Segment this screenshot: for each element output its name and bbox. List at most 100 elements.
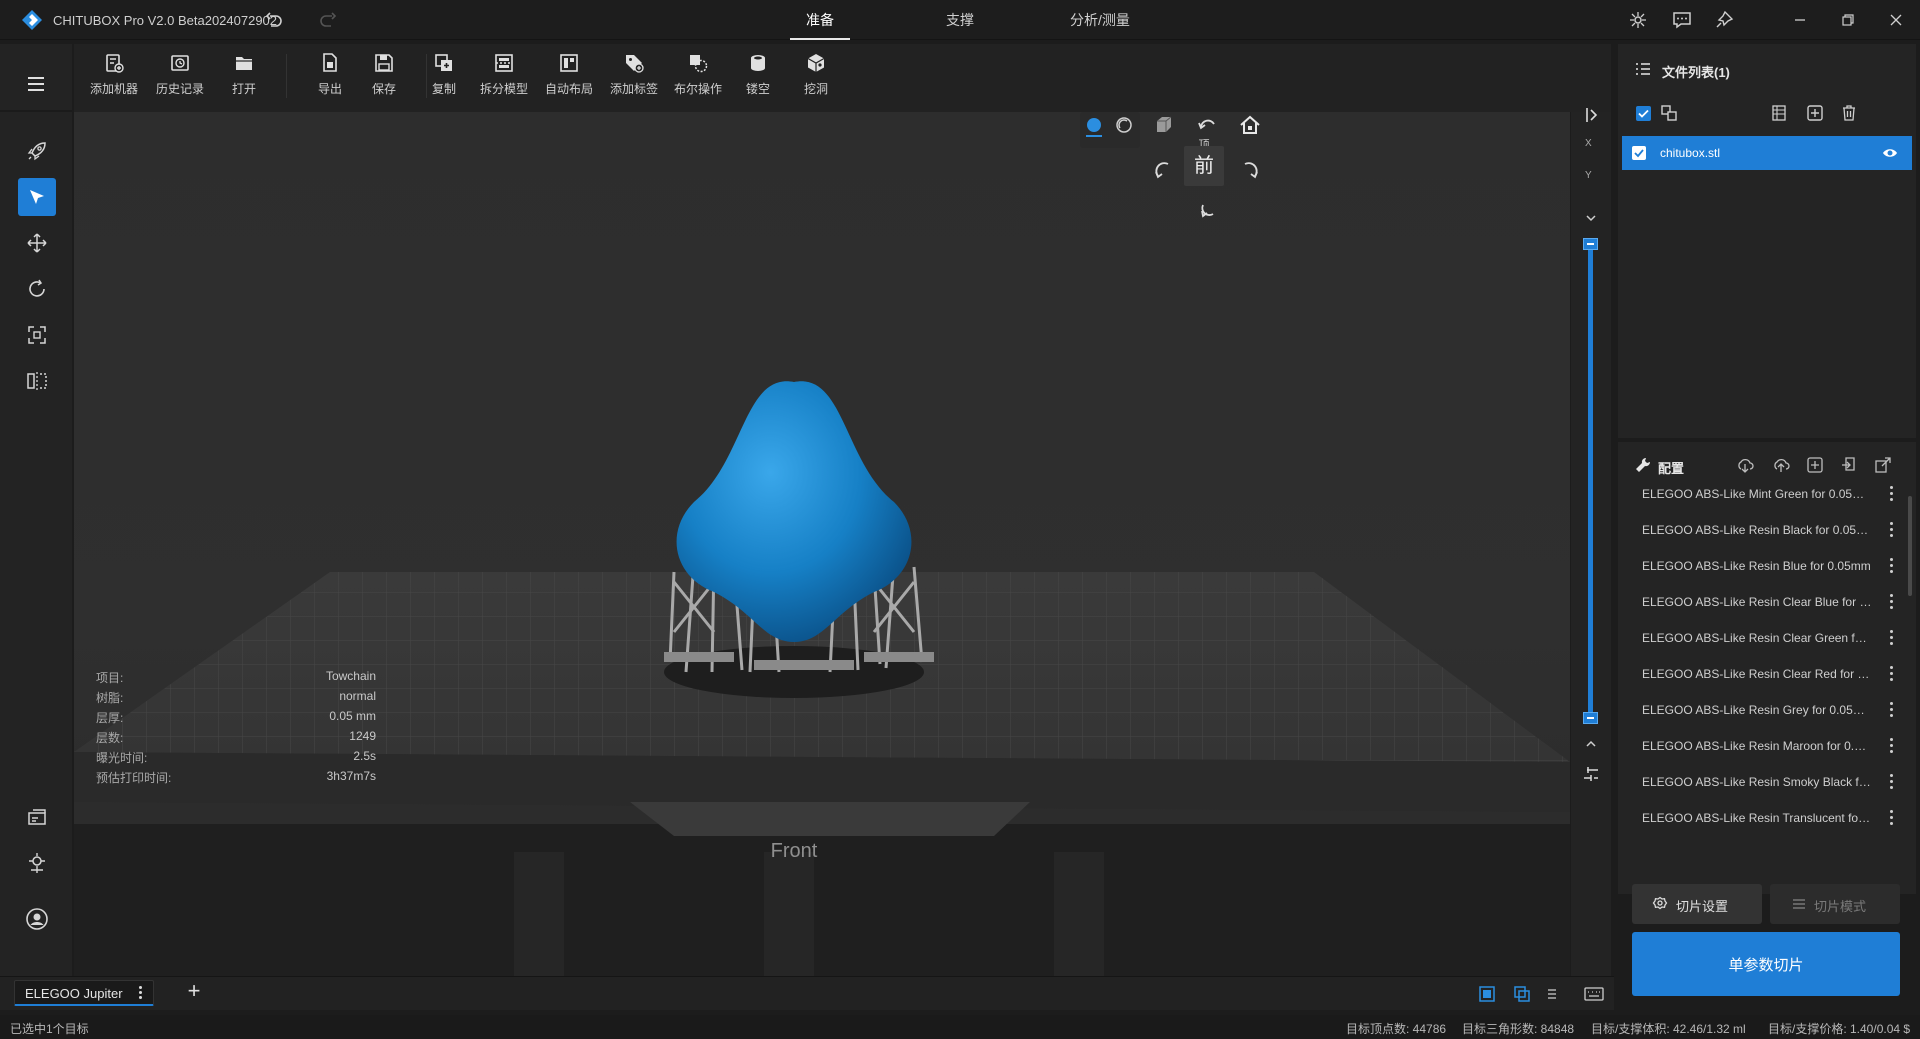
chevron-up-icon[interactable] — [1583, 736, 1599, 752]
kebab-menu-icon[interactable] — [1890, 738, 1894, 754]
import-config-icon[interactable] — [1840, 456, 1858, 474]
layer-slider-bottom-handle[interactable] — [1583, 712, 1598, 724]
xray-view-icon[interactable] — [1111, 112, 1137, 138]
single-view-icon[interactable] — [1478, 985, 1496, 1003]
layer-settings-icon[interactable] — [1581, 764, 1601, 784]
layer-slider-track[interactable] — [1588, 244, 1593, 718]
config-item[interactable]: ELEGOO ABS-Like Mint Green for 0.05mm — [1642, 476, 1872, 512]
mirror-icon[interactable] — [18, 362, 56, 400]
add-machine-button[interactable]: 添加机器 — [84, 52, 144, 104]
hollow-button[interactable]: 镂空 — [728, 52, 788, 104]
rotate-cw-icon[interactable] — [1237, 158, 1263, 184]
config-item[interactable]: ELEGOO ABS-Like Resin Clear Blue for 0.0… — [1642, 584, 1872, 620]
add-config-icon[interactable] — [1806, 456, 1824, 474]
keyboard-icon[interactable] — [1584, 985, 1604, 1003]
add-file-icon[interactable] — [1806, 104, 1824, 122]
kebab-menu-icon[interactable] — [1890, 702, 1894, 718]
history-button[interactable]: 历史记录 — [150, 52, 210, 104]
config-item[interactable]: ELEGOO ABS-Like Resin Black for 0.05mm — [1642, 512, 1872, 548]
slice-settings-button[interactable]: 切片设置 — [1632, 884, 1762, 924]
layer-slider-panel: X Y — [1571, 108, 1611, 976]
config-item[interactable]: ELEGOO ABS-Like Resin Clear Green for 0.… — [1642, 620, 1872, 656]
copy-button[interactable]: 复制 — [414, 52, 474, 104]
undo-icon[interactable] — [264, 10, 284, 30]
config-item[interactable]: ELEGOO ABS-Like Resin Maroon for 0.05mm — [1642, 728, 1872, 764]
axis-y-label: Y — [1585, 170, 1592, 181]
select-all-checkbox[interactable] — [1636, 106, 1651, 121]
group-select-icon[interactable] — [1660, 104, 1678, 122]
tab-prepare[interactable]: 准备 — [790, 0, 850, 40]
move-icon[interactable] — [18, 224, 56, 262]
network-icon[interactable] — [1628, 10, 1648, 30]
hamburger-menu-icon[interactable] — [16, 64, 56, 104]
hollow-icon — [751, 55, 765, 71]
rotate-ccw-icon[interactable] — [1150, 158, 1176, 184]
kebab-menu-icon[interactable] — [1890, 522, 1894, 538]
plugin-icon[interactable] — [18, 844, 56, 882]
chevron-down-icon[interactable] — [1583, 210, 1599, 226]
multi-view-icon[interactable] — [1513, 985, 1531, 1003]
config-item[interactable]: ELEGOO ABS-Like Resin Smoky Black for 0.… — [1642, 764, 1872, 800]
cloud-upload-icon[interactable] — [1772, 456, 1790, 474]
rotate-icon[interactable] — [18, 270, 56, 308]
scale-icon[interactable] — [18, 316, 56, 354]
view-cube[interactable]: 顶 前 — [1184, 139, 1224, 186]
file-row[interactable]: chitubox.stl — [1622, 136, 1912, 170]
file-checkbox[interactable] — [1632, 146, 1646, 160]
config-item[interactable]: ELEGOO ABS-Like Resin Clear Red for 0.0.… — [1642, 656, 1872, 692]
slice-mode-button[interactable]: 切片模式 — [1770, 884, 1900, 924]
close-icon[interactable] — [1886, 10, 1906, 30]
rotate-down-icon[interactable] — [1194, 198, 1220, 224]
cloud-download-icon[interactable] — [1736, 456, 1754, 474]
info-row-exposure: 曝光时间: 2.5s — [96, 749, 376, 765]
pin-icon[interactable] — [1714, 10, 1734, 30]
redo-icon[interactable] — [318, 10, 338, 30]
kebab-menu-icon[interactable] — [1890, 666, 1894, 682]
selection-status: 已选中1个目标 — [10, 1022, 89, 1036]
add-label-button[interactable]: 添加标签 — [604, 52, 664, 104]
kebab-menu-icon[interactable] — [1890, 486, 1894, 502]
layout-icon[interactable] — [1770, 104, 1788, 122]
machine-tab[interactable]: ELEGOO Jupiter — [14, 980, 154, 1006]
layer-slider-top-handle[interactable] — [1583, 238, 1598, 250]
chat-icon[interactable] — [1672, 10, 1692, 30]
account-icon[interactable] — [18, 900, 56, 938]
trash-icon[interactable] — [1840, 104, 1858, 122]
export-config-icon[interactable] — [1874, 456, 1892, 474]
3d-viewport[interactable]: Front 顶 前 项目: Towchain 树脂: normal 层厚: 0.05 … — [74, 112, 1570, 976]
single-param-slice-button[interactable]: 单参数切片 — [1632, 932, 1900, 996]
drill-hole-button[interactable]: 挖洞 — [786, 52, 846, 104]
kebab-menu-icon[interactable] — [1890, 630, 1894, 646]
open-button[interactable]: 打开 — [214, 52, 274, 104]
more-icon[interactable] — [1546, 987, 1558, 1001]
restore-icon[interactable] — [1838, 10, 1858, 30]
config-scrollbar[interactable] — [1908, 496, 1912, 596]
boolean-button[interactable]: 布尔操作 — [668, 52, 728, 104]
collapse-panel-icon[interactable] — [1581, 104, 1603, 126]
tab-support[interactable]: 支撑 — [930, 0, 990, 40]
machine-menu-icon[interactable] — [139, 986, 143, 1000]
kebab-menu-icon[interactable] — [1890, 774, 1894, 790]
rocket-icon[interactable] — [18, 132, 56, 170]
config-item[interactable]: ELEGOO ABS-Like Resin Blue for 0.05mm — [1642, 548, 1872, 584]
select-icon[interactable] — [18, 178, 56, 216]
kebab-menu-icon[interactable] — [1890, 810, 1894, 826]
config-item[interactable]: ELEGOO ABS-Like Resin Grey for 0.05mm — [1642, 692, 1872, 728]
perspective-icon[interactable] — [1151, 112, 1177, 138]
export-button[interactable]: 导出 — [300, 52, 360, 104]
config-item[interactable]: ELEGOO ABS-Like Resin Translucent for 0.… — [1642, 800, 1872, 836]
home-view-icon[interactable] — [1237, 112, 1263, 138]
minimize-icon[interactable] — [1790, 10, 1810, 30]
kebab-menu-icon[interactable] — [1890, 594, 1894, 610]
rotate-left-view-icon[interactable] — [1194, 112, 1220, 138]
auto-layout-button[interactable]: 自动布局 — [539, 52, 599, 104]
add-machine-tab-button[interactable]: + — [182, 979, 206, 1003]
kebab-menu-icon[interactable] — [1890, 558, 1894, 574]
save-button[interactable]: 保存 — [354, 52, 414, 104]
tab-analysis[interactable]: 分析/测量 — [1060, 0, 1140, 40]
eye-icon[interactable] — [1882, 145, 1898, 161]
print-queue-icon[interactable] — [18, 798, 56, 836]
split-model-button[interactable]: 拆分模型 — [474, 52, 534, 104]
copy-icon — [435, 54, 452, 71]
solid-view-icon[interactable] — [1081, 112, 1107, 138]
